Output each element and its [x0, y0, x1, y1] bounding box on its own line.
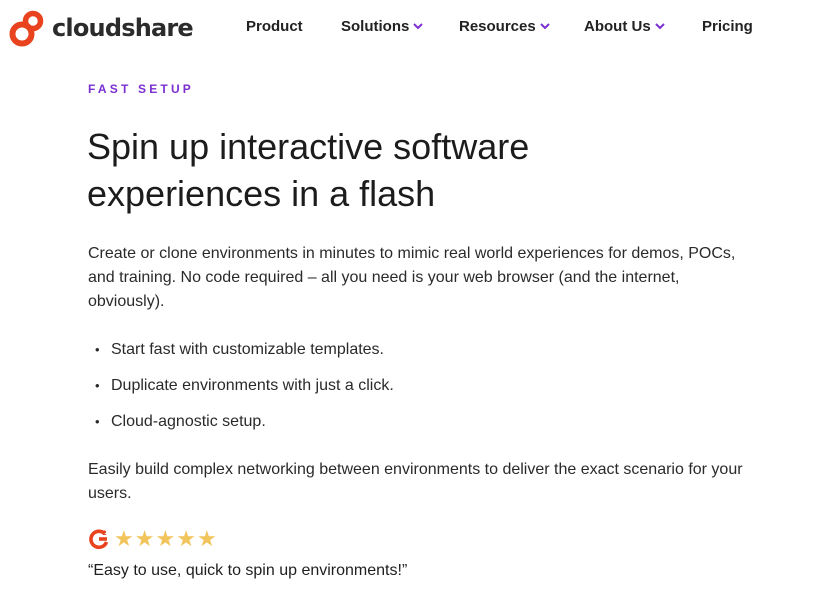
cloudshare-logo-icon	[9, 10, 44, 47]
list-item-text: Duplicate environments with just a click…	[111, 377, 394, 394]
page-title: Spin up interactive software experiences…	[87, 126, 530, 214]
star-icon: ★	[155, 526, 176, 551]
nav-pricing[interactable]: Pricing	[702, 18, 753, 35]
brand-name: cloudshare	[52, 14, 194, 42]
list-item-text: Start fast with customizable templates.	[111, 341, 384, 358]
nav-pricing-label: Pricing	[702, 18, 753, 35]
star-icon: ★	[176, 526, 196, 551]
star-rating: ★ ★ ★ ★ ★	[114, 528, 217, 550]
star-icon: ★	[114, 526, 134, 551]
chevron-down-icon	[413, 23, 424, 30]
svg-text:2: 2	[103, 530, 107, 537]
cloudshare-logo[interactable]: cloudshare	[8, 8, 194, 48]
bullet-icon: •	[95, 342, 100, 357]
review-quote: “Easy to use, quick to spin up environme…	[88, 562, 408, 579]
chevron-down-icon	[654, 23, 665, 30]
chevron-down-icon	[540, 23, 550, 30]
feature-list: • Start fast with customizable templates.…	[95, 338, 394, 446]
nav-resources-label: Resources	[459, 18, 536, 35]
nav-product-label: Product	[246, 18, 303, 35]
bullet-icon: •	[95, 414, 100, 429]
nav-solutions[interactable]: Solutions	[341, 18, 424, 35]
nav-about-us-label: About Us	[584, 18, 651, 35]
star-icon: ★	[196, 526, 217, 551]
list-item-text: Cloud-agnostic setup.	[111, 413, 266, 430]
nav-resources[interactable]: Resources	[459, 18, 550, 35]
review-rating: 2 ★ ★ ★ ★ ★	[88, 528, 217, 550]
list-item: • Cloud-agnostic setup.	[95, 410, 394, 446]
closing-paragraph: Easily build complex networking between …	[88, 461, 743, 502]
intro-paragraph: Create or clone environments in minutes …	[88, 245, 736, 310]
section-eyebrow: FAST SETUP	[88, 82, 195, 96]
nav-product[interactable]: Product	[246, 18, 303, 35]
list-item: • Start fast with customizable templates.	[95, 338, 394, 374]
nav-solutions-label: Solutions	[341, 18, 410, 35]
nav-about-us[interactable]: About Us	[584, 18, 665, 35]
bullet-icon: •	[95, 378, 100, 393]
g2-icon: 2	[89, 529, 109, 550]
list-item: • Duplicate environments with just a clic…	[95, 374, 394, 410]
site-header: cloudshare Product Solutions Resources A…	[0, 0, 816, 56]
star-icon: ★	[134, 526, 155, 551]
